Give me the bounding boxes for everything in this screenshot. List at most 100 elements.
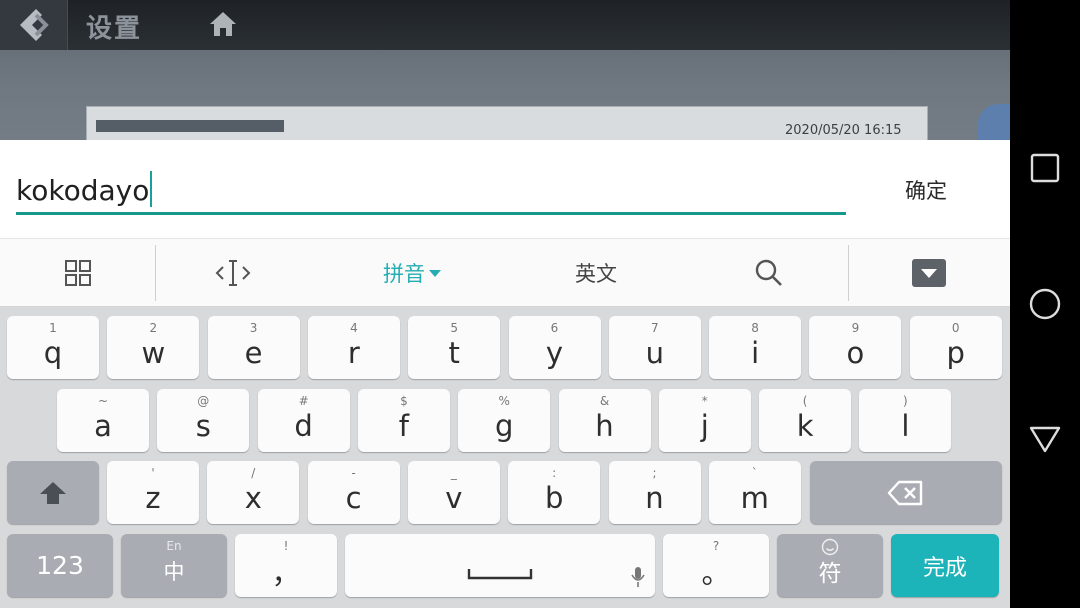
key-label: c	[345, 480, 362, 515]
key-m[interactable]: ` m	[708, 461, 801, 524]
comma-label: ，	[271, 555, 301, 590]
home-button[interactable]	[205, 7, 241, 41]
key-j[interactable]: * j	[658, 389, 751, 452]
toolbox-button[interactable]	[20, 239, 135, 307]
key-y[interactable]: 6y	[508, 316, 601, 379]
key-hint: 6	[550, 321, 559, 335]
key-label: b	[544, 480, 564, 515]
home-nav-button[interactable]	[1024, 283, 1066, 325]
language-switch-key[interactable]: En 中	[121, 534, 227, 597]
backspace-key[interactable]	[810, 461, 1002, 524]
app-title: 设置	[86, 14, 143, 44]
back-icon	[19, 9, 49, 41]
key-label: g	[494, 408, 514, 443]
key-f[interactable]: $ f	[357, 389, 450, 452]
grid-icon	[64, 260, 91, 286]
key-e[interactable]: 3e	[207, 316, 300, 379]
key-label: q	[43, 335, 63, 370]
key-x[interactable]: / x	[207, 461, 300, 524]
symbol-label: 符	[818, 560, 842, 587]
key-hint: -	[351, 466, 356, 480]
back-nav-button[interactable]	[1024, 418, 1066, 460]
key-i[interactable]: 8i	[709, 316, 802, 379]
key-hint: 9	[851, 321, 860, 335]
english-mode-button[interactable]: 英文	[540, 239, 652, 307]
key-c[interactable]: -c	[307, 461, 400, 524]
key-label: z	[145, 480, 161, 515]
key-hint: 0	[951, 321, 960, 335]
comma-key[interactable]: ! ，	[235, 534, 337, 597]
text-input[interactable]: kokodayo	[16, 165, 846, 215]
recents-button[interactable]	[1024, 147, 1066, 189]
pinyin-mode-button[interactable]: 拼音	[355, 239, 470, 307]
key-hint: :	[552, 466, 557, 480]
language-label: 中	[163, 559, 185, 584]
cursor-move-icon	[215, 260, 250, 286]
key-q[interactable]: 1q	[7, 316, 99, 379]
key-label: t	[448, 335, 460, 370]
key-p[interactable]: 0p	[909, 316, 1002, 379]
background-side-tab	[978, 104, 1010, 140]
back-triangle-icon	[1029, 426, 1061, 453]
keyboard: 1q2w3e4r5t6y7u8i9o0p ~ a @ s # d $ f% g & h * j(k) l …	[0, 307, 1010, 608]
space-key[interactable]	[345, 534, 655, 597]
key-label: e	[244, 335, 263, 370]
key-label: u	[645, 335, 664, 370]
shift-key[interactable]	[7, 461, 99, 524]
key-z[interactable]: ' z	[107, 461, 199, 524]
space-icon	[467, 568, 533, 579]
key-label: f	[398, 408, 409, 443]
key-a[interactable]: ~ a	[57, 389, 149, 452]
key-hint: 5	[450, 321, 458, 335]
key-hint: @	[197, 394, 210, 408]
key-r[interactable]: 4r	[307, 316, 400, 379]
toolbar-divider	[155, 245, 156, 301]
key-label: p	[946, 335, 965, 370]
hide-keyboard-button[interactable]	[880, 239, 978, 307]
key-hint: $	[400, 394, 408, 408]
key-l[interactable]: ) l	[859, 389, 952, 452]
key-label: j	[700, 408, 709, 443]
back-button[interactable]	[0, 0, 68, 50]
key-g[interactable]: % g	[458, 389, 551, 452]
home-circle-icon	[1029, 288, 1061, 320]
key-label: a	[94, 408, 112, 443]
confirm-button[interactable]: 确定	[870, 165, 982, 215]
key-s[interactable]: @ s	[157, 389, 250, 452]
key-u[interactable]: 7u	[608, 316, 701, 379]
period-hint: ?	[712, 539, 720, 553]
text-caret	[150, 171, 153, 207]
smiley-icon	[821, 538, 839, 556]
key-hint: )	[903, 394, 908, 408]
key-v[interactable]: _ v	[407, 461, 500, 524]
key-t[interactable]: 5t	[408, 316, 501, 379]
key-b[interactable]: :b	[508, 461, 601, 524]
key-k[interactable]: (k	[759, 389, 852, 452]
key-label: l	[901, 408, 910, 443]
key-label: d	[294, 408, 313, 443]
key-o[interactable]: 9o	[809, 316, 902, 379]
key-hint: '	[151, 466, 155, 480]
done-key[interactable]: 完成	[891, 534, 999, 597]
number-mode-label: 123	[36, 551, 84, 580]
done-label: 完成	[922, 555, 967, 581]
key-hint: ;	[652, 466, 657, 480]
key-hint: (	[802, 394, 808, 408]
key-d[interactable]: # d	[257, 389, 350, 452]
key-w[interactable]: 2w	[107, 316, 200, 379]
background-app: 设置 2020/05/20 16:15	[0, 0, 1010, 140]
key-h[interactable]: & h	[558, 389, 651, 452]
key-n[interactable]: ; n	[608, 461, 701, 524]
cursor-move-button[interactable]	[180, 239, 285, 307]
search-button[interactable]	[715, 239, 823, 307]
key-hint: _	[450, 466, 457, 480]
key-label: v	[445, 480, 463, 515]
hide-keyboard-icon	[912, 259, 946, 287]
period-key[interactable]: ? 。	[663, 534, 769, 597]
symbol-key[interactable]: 符	[777, 534, 883, 597]
pinyin-label: 拼音	[383, 262, 425, 286]
number-mode-key[interactable]: 123	[7, 534, 113, 597]
key-hint: ~	[97, 394, 109, 408]
language-hint: En	[166, 539, 182, 553]
input-value: kokodayo	[16, 174, 150, 207]
